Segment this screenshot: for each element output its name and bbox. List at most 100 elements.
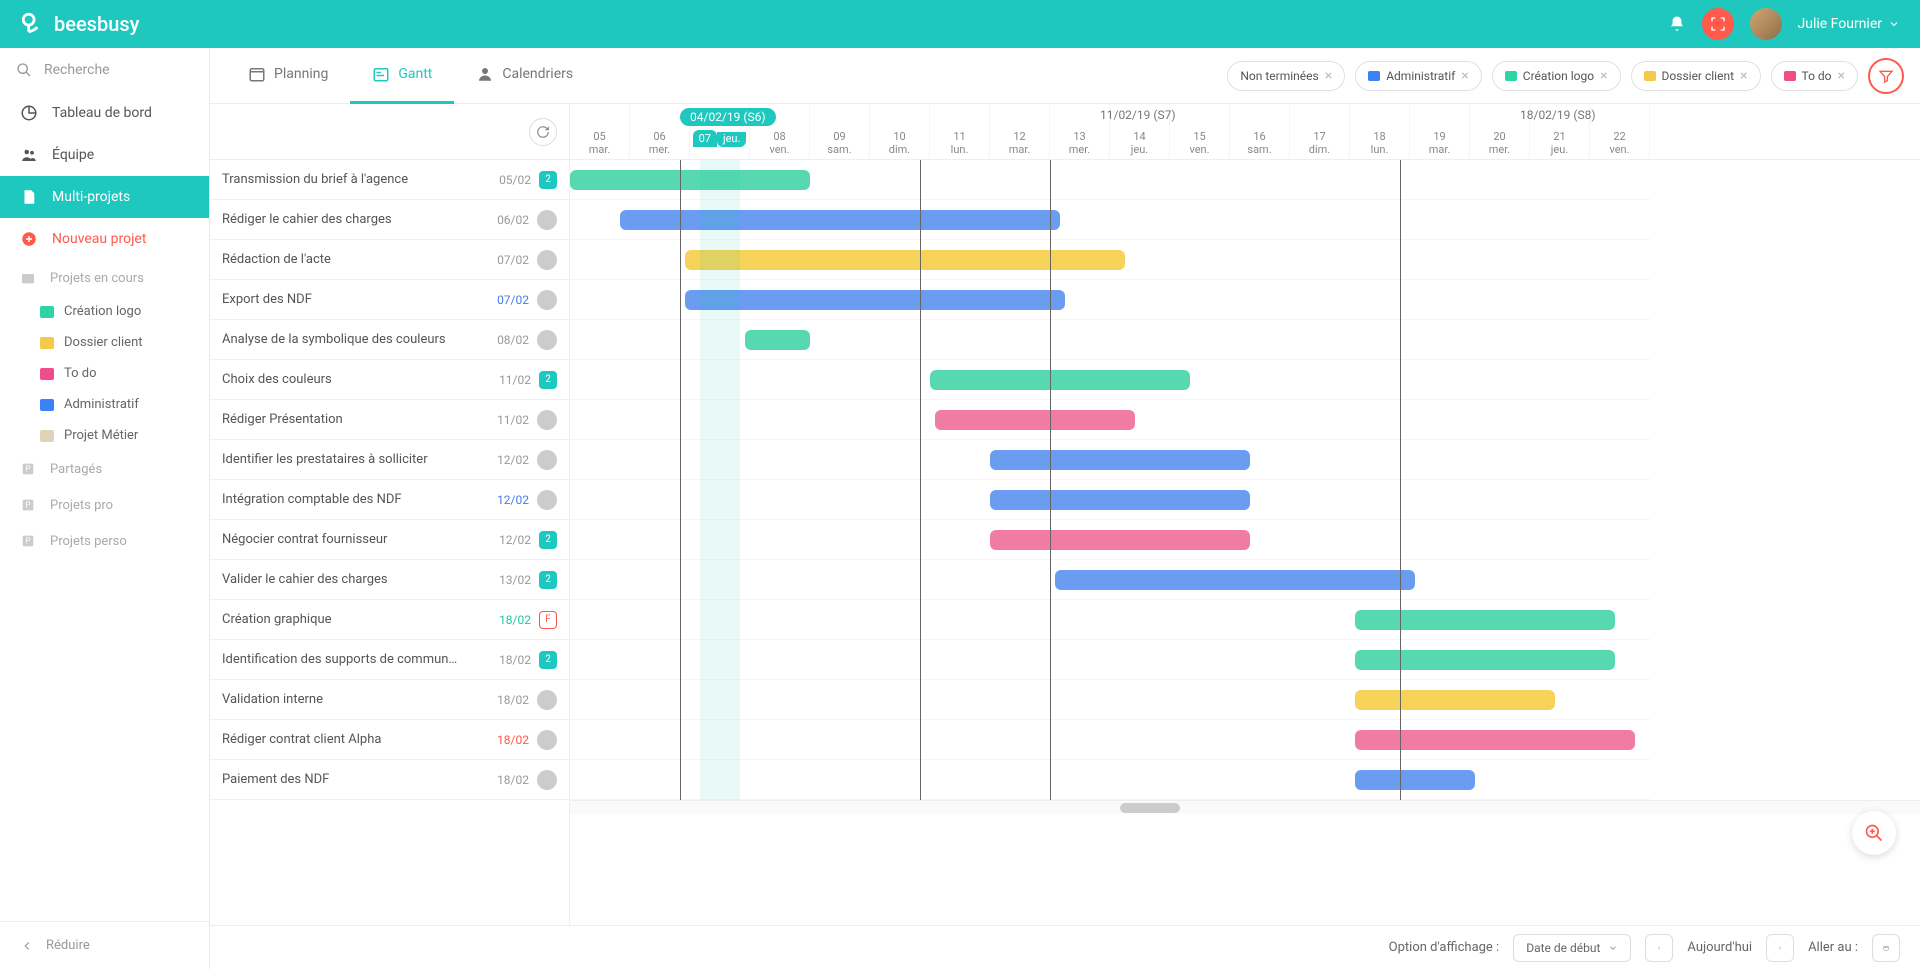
filter-chip[interactable]: To do× (1771, 61, 1859, 91)
day-column: 16sam. (1230, 104, 1290, 159)
bag-icon (40, 306, 54, 318)
gantt-bar[interactable] (1355, 610, 1615, 630)
zoom-button[interactable] (1852, 811, 1896, 855)
task-avatar (537, 690, 557, 710)
gantt-bar[interactable] (990, 450, 1250, 470)
close-icon[interactable]: × (1600, 68, 1607, 84)
gantt-row (570, 440, 1650, 480)
day-column: 17dim. (1290, 104, 1350, 159)
logo-icon (20, 11, 46, 37)
gantt-bar[interactable] (935, 410, 1135, 430)
svg-text:P: P (25, 501, 30, 510)
bag-icon (40, 430, 54, 442)
task-row[interactable]: Identifier les prestataires à solliciter… (210, 440, 569, 480)
close-icon[interactable]: × (1325, 68, 1332, 84)
sidebar-section-pro[interactable]: P Projets pro (0, 487, 209, 523)
project-item[interactable]: Projet Métier (0, 420, 209, 451)
task-row[interactable]: Valider le cahier des charges13/022 (210, 560, 569, 600)
task-row[interactable]: Rédaction de l'acte07/02 (210, 240, 569, 280)
sidebar-section-perso[interactable]: P Projets perso (0, 523, 209, 559)
gantt-bar[interactable] (570, 170, 810, 190)
bag-icon (1505, 71, 1517, 81)
gantt-bar[interactable] (1055, 570, 1415, 590)
prev-button[interactable] (1645, 934, 1673, 962)
user-avatar[interactable] (1750, 8, 1782, 40)
task-date: 18/02 (495, 613, 531, 627)
task-row[interactable]: Analyse de la symbolique des couleurs08/… (210, 320, 569, 360)
folder-icon (20, 270, 36, 286)
task-name: Rédiger Présentation (222, 412, 493, 427)
project-item[interactable]: Création logo (0, 296, 209, 327)
gantt-bar[interactable] (1355, 650, 1615, 670)
task-row[interactable]: Validation interne18/02 (210, 680, 569, 720)
tab-planning[interactable]: Planning (226, 48, 350, 104)
week-label: 04/02/19 (S6) (680, 108, 776, 126)
task-name: Analyse de la symbolique des couleurs (222, 332, 493, 347)
sidebar-section-shared[interactable]: P Partagés (0, 451, 209, 487)
task-name: Rédiger le cahier des charges (222, 212, 493, 227)
gantt-bar[interactable] (620, 210, 1060, 230)
task-row[interactable]: Intégration comptable des NDF12/02 (210, 480, 569, 520)
filter-chip[interactable]: Non terminées× (1227, 61, 1345, 91)
filter-chip[interactable]: Administratif× (1355, 61, 1482, 91)
gantt-chart[interactable]: 04/02/19 (S6)11/02/19 (S7)18/02/19 (S8)0… (570, 104, 1920, 925)
gantt-bar[interactable] (685, 290, 1065, 310)
gantt-bar[interactable] (685, 250, 1125, 270)
filter-chip[interactable]: Dossier client× (1631, 61, 1761, 91)
tab-gantt[interactable]: Gantt (350, 48, 454, 104)
gantt-bar[interactable] (1355, 770, 1475, 790)
fullscreen-button[interactable] (1702, 8, 1734, 40)
reduce-sidebar-button[interactable]: Réduire (0, 921, 209, 969)
date-picker-button[interactable] (1872, 934, 1900, 962)
brand-logo[interactable]: beesbusy (20, 11, 139, 37)
nav-plus[interactable]: Nouveau projet (0, 218, 209, 260)
nav-file[interactable]: Multi-projets (0, 176, 209, 218)
horizontal-scrollbar[interactable] (570, 800, 1920, 814)
close-icon[interactable]: × (1740, 68, 1747, 84)
next-button[interactable] (1766, 934, 1794, 962)
tab-calendriers[interactable]: Calendriers (454, 48, 595, 104)
scroll-thumb[interactable] (1120, 803, 1180, 813)
refresh-button[interactable] (529, 118, 557, 146)
close-icon[interactable]: × (1461, 68, 1468, 84)
gantt-bar[interactable] (990, 490, 1250, 510)
close-icon[interactable]: × (1838, 68, 1845, 84)
task-list-header (210, 104, 569, 160)
project-item[interactable]: Dossier client (0, 327, 209, 358)
user-menu[interactable]: Julie Fournier (1798, 16, 1901, 32)
goto-label: Aller au : (1808, 940, 1858, 955)
task-row[interactable]: Création graphique18/02F (210, 600, 569, 640)
task-row[interactable]: Transmission du brief à l'agence05/022 (210, 160, 569, 200)
project-item[interactable]: To do (0, 358, 209, 389)
person-icon (476, 65, 494, 83)
task-list: Transmission du brief à l'agence05/022Ré… (210, 104, 570, 925)
filter-button[interactable] (1868, 58, 1904, 94)
task-row[interactable]: Rédiger Présentation11/02 (210, 400, 569, 440)
gantt-row (570, 320, 1650, 360)
task-date: 11/02 (495, 373, 531, 387)
task-row[interactable]: Choix des couleurs11/022 (210, 360, 569, 400)
today-button[interactable]: Aujourd'hui (1687, 940, 1752, 955)
project-item[interactable]: Administratif (0, 389, 209, 420)
task-row[interactable]: Rédiger le cahier des charges06/02 (210, 200, 569, 240)
task-row[interactable]: Paiement des NDF18/02 (210, 760, 569, 800)
gantt-bar[interactable] (930, 370, 1190, 390)
task-row[interactable]: Identification des supports de commun…18… (210, 640, 569, 680)
gantt-bar[interactable] (1355, 730, 1635, 750)
day-column: 09sam. (810, 104, 870, 159)
task-avatar (537, 450, 557, 470)
bell-icon[interactable] (1668, 15, 1686, 33)
filter-chip[interactable]: Création logo× (1492, 61, 1621, 91)
gantt-bar[interactable] (1355, 690, 1555, 710)
nav-dashboard[interactable]: Tableau de bord (0, 92, 209, 134)
search-input[interactable]: Recherche (0, 48, 209, 92)
task-row[interactable]: Export des NDF07/02 (210, 280, 569, 320)
nav-team[interactable]: Équipe (0, 134, 209, 176)
task-row[interactable]: Rédiger contrat client Alpha18/02 (210, 720, 569, 760)
gantt-bar[interactable] (745, 330, 810, 350)
task-row[interactable]: Négocier contrat fournisseur12/022 (210, 520, 569, 560)
gantt-row (570, 400, 1650, 440)
sort-select[interactable]: Date de début (1513, 934, 1631, 962)
task-flag: F (539, 611, 557, 629)
gantt-bar[interactable] (990, 530, 1250, 550)
